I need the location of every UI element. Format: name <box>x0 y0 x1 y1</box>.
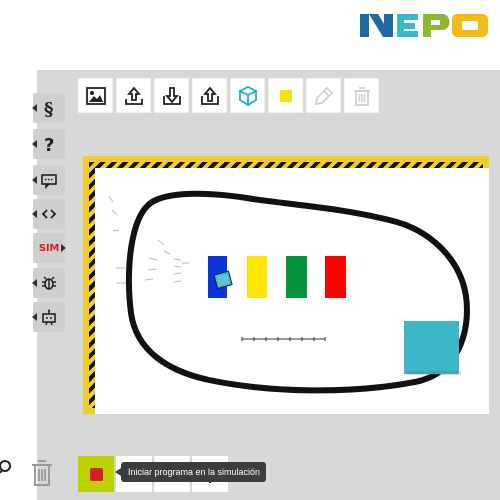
side-tab-robot[interactable] <box>32 302 65 332</box>
import-icon <box>200 86 219 105</box>
side-tab-debug[interactable] <box>32 268 65 298</box>
import-image-button[interactable] <box>78 78 113 113</box>
app-window: § ? SIM Iniciar programa en la simulació… <box>0 0 500 500</box>
chevron-right-icon <box>61 244 66 252</box>
logo-o <box>452 14 488 37</box>
delete-object-button[interactable] <box>344 78 379 113</box>
zoom-icon[interactable] <box>0 456 16 484</box>
question-icon: ? <box>44 135 54 154</box>
bug-icon <box>42 276 56 290</box>
simulation-canvas[interactable] <box>95 168 489 414</box>
simulation-toolbar <box>78 78 379 114</box>
side-tab-help[interactable]: ? <box>32 129 65 159</box>
message-icon <box>41 174 57 189</box>
upload-icon <box>124 86 143 105</box>
chevron-left-icon <box>32 176 37 184</box>
logo-n <box>360 14 393 37</box>
simulation-scene[interactable] <box>95 168 489 414</box>
yellow-square-icon <box>279 89 292 102</box>
chevron-left-icon <box>32 210 37 218</box>
image-icon <box>85 86 106 105</box>
download-icon <box>162 86 181 105</box>
ruler-marking <box>241 337 326 341</box>
sim-label: SIM <box>38 242 60 254</box>
obstacle-shadow <box>406 371 461 375</box>
side-tab-code[interactable] <box>32 165 65 195</box>
cyan-obstacle[interactable] <box>404 321 459 374</box>
yellow-color-area[interactable] <box>247 256 267 298</box>
trash-icon[interactable] <box>28 456 56 490</box>
nepo-logo-svg <box>360 14 488 37</box>
import-program-button[interactable] <box>192 78 227 113</box>
chevron-left-icon <box>32 140 37 148</box>
side-tab-program[interactable]: § <box>32 93 65 123</box>
start-simulation-tooltip: Iniciar programa en la simulación <box>114 462 267 482</box>
robot-icon <box>42 309 56 326</box>
stop-simulation-button[interactable] <box>78 456 114 492</box>
simulation-arena[interactable] <box>83 156 489 414</box>
upload-program-button[interactable] <box>116 78 151 113</box>
chevron-left-icon <box>32 313 37 321</box>
light-marks <box>108 195 189 284</box>
chevron-left-icon <box>32 104 37 112</box>
red-color-area[interactable] <box>325 256 346 298</box>
color-picker-button[interactable] <box>306 78 341 113</box>
download-program-button[interactable] <box>154 78 189 113</box>
svg-text:?: ? <box>44 135 54 154</box>
add-obstacle-button[interactable] <box>230 78 265 113</box>
add-color-area-button[interactable] <box>268 78 303 113</box>
trash-icon <box>353 86 370 106</box>
logo-p <box>423 14 450 37</box>
logo-e <box>397 14 418 37</box>
chevron-left-icon <box>32 279 37 287</box>
eyedropper-icon <box>314 86 333 105</box>
green-color-area[interactable] <box>286 256 307 298</box>
nepo-logo <box>360 8 494 42</box>
code-icon <box>41 209 57 219</box>
svg-text:§: § <box>44 99 53 118</box>
section-icon: § <box>44 99 53 118</box>
top-bar <box>0 0 500 71</box>
side-tab-sim[interactable]: SIM <box>33 233 66 263</box>
side-tab-source[interactable] <box>32 199 65 229</box>
stop-icon <box>89 467 103 481</box>
cube-icon <box>237 85 258 107</box>
